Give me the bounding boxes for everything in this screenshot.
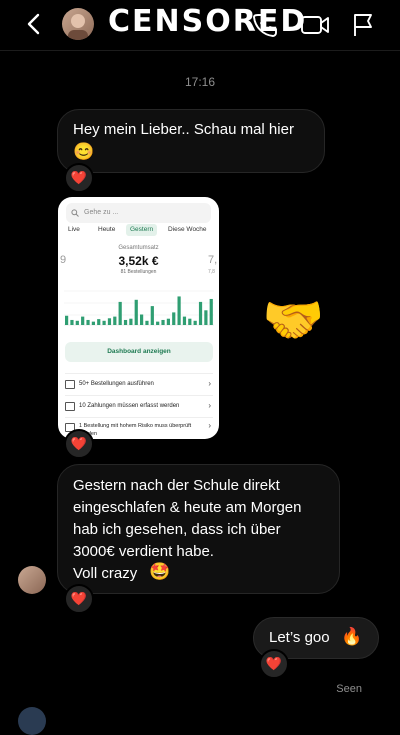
chart-bar: [65, 315, 69, 325]
chart-bar: [204, 310, 208, 325]
header-divider: [0, 50, 400, 51]
chart-bar: [102, 320, 106, 325]
search-icon: [71, 209, 79, 217]
heart-reaction-icon[interactable]: ❤️: [64, 163, 94, 193]
handshake-emoji-message[interactable]: 🤝: [262, 290, 324, 350]
chevron-right-icon: ›: [208, 421, 211, 430]
chart-bar: [198, 301, 203, 325]
tab-live: Live: [68, 226, 80, 233]
phone-icon[interactable]: [252, 12, 278, 38]
payments-icon: [65, 402, 75, 411]
video-camera-icon[interactable]: [300, 12, 330, 38]
chart-bar: [182, 316, 187, 325]
tab-diese-woche: Diese Woche: [168, 226, 207, 233]
chart-bar: [123, 319, 128, 325]
tab-gestern: Gestern: [126, 224, 158, 236]
chat-header: CENSORED: [0, 0, 400, 50]
chart-bar: [161, 319, 165, 325]
message-emoji: 🔥: [341, 627, 363, 646]
chart-bar: [91, 321, 95, 325]
chart-bar: [107, 318, 112, 325]
flag-icon[interactable]: [350, 12, 376, 38]
chart-bar: [81, 316, 85, 325]
chart-bar: [113, 316, 117, 325]
message-text: Hey mein Lieber.. Schau mal hier: [73, 121, 294, 138]
shared-image[interactable]: Gehe zu ... Live Heute Gestern Diese Woc…: [58, 197, 219, 439]
message-emoji: 🤩: [149, 562, 171, 581]
heart-reaction-icon[interactable]: ❤️: [259, 649, 289, 679]
message-emoji: 😊: [73, 142, 95, 161]
seen-status: Seen: [336, 683, 362, 695]
chart-bar: [129, 318, 133, 325]
chart-bar: [209, 298, 213, 325]
chart-bar: [145, 320, 149, 325]
kpi-subtitle: 81 Bestellungen: [120, 269, 157, 275]
message-text: Let’s goo: [269, 629, 330, 646]
chart-bar: [188, 318, 192, 325]
chart-bar: [118, 301, 122, 325]
chart-bar: [140, 314, 144, 325]
bottom-avatar: [18, 707, 46, 735]
dashboard-button: Dashboard anzeigen: [65, 342, 213, 362]
message-text-line: hab ich gesehen, dass ich über: [73, 521, 281, 538]
message-timestamp: 17:16: [184, 75, 216, 89]
contact-avatar[interactable]: [62, 8, 94, 40]
heart-reaction-icon[interactable]: ❤️: [64, 584, 94, 614]
chart-bar: [150, 306, 154, 325]
chart-bar: [134, 299, 138, 325]
chart-bar: [97, 319, 101, 325]
chart-bar: [75, 320, 79, 325]
chevron-right-icon: ›: [208, 401, 211, 410]
incoming-message-bubble[interactable]: Gestern nach der Schule direkt eingeschl…: [57, 464, 340, 594]
incoming-message-bubble[interactable]: Hey mein Lieber.. Schau mal hier 😊: [57, 109, 325, 173]
search-field: Gehe zu ...: [66, 203, 211, 223]
heart-reaction-icon[interactable]: ❤️: [64, 429, 94, 459]
orders-icon: [65, 380, 75, 389]
kpi-label: Gesamtumsatz: [118, 245, 159, 251]
back-arrow-icon[interactable]: [24, 12, 44, 36]
chevron-right-icon: ›: [208, 379, 211, 388]
task-row: 10 Zahlungen müssen erfasst werden ›: [65, 395, 213, 416]
task-row: 50+ Bestellungen ausführen ›: [65, 373, 213, 394]
message-text-line: 3000€ verdient habe.: [73, 543, 214, 560]
message-text-line: Gestern nach der Schule direkt: [73, 477, 280, 494]
kpi-value: 3,52k €: [118, 254, 159, 268]
sales-bar-chart: [64, 290, 214, 326]
time-range-tabs: Live Heute Gestern Diese Woche: [58, 224, 219, 238]
chart-bar: [86, 319, 90, 325]
sender-avatar[interactable]: [18, 566, 46, 594]
chart-bar: [70, 319, 74, 325]
chart-bar: [177, 296, 181, 325]
chart-bar: [193, 320, 197, 325]
tab-heute: Heute: [98, 226, 116, 233]
message-text-line: Voll crazy: [73, 565, 138, 582]
chart-bar: [166, 318, 170, 325]
message-text-line: eingeschlafen & heute am Morgen: [73, 499, 302, 516]
chart-bar: [172, 312, 176, 325]
chart-bar: [156, 321, 160, 325]
